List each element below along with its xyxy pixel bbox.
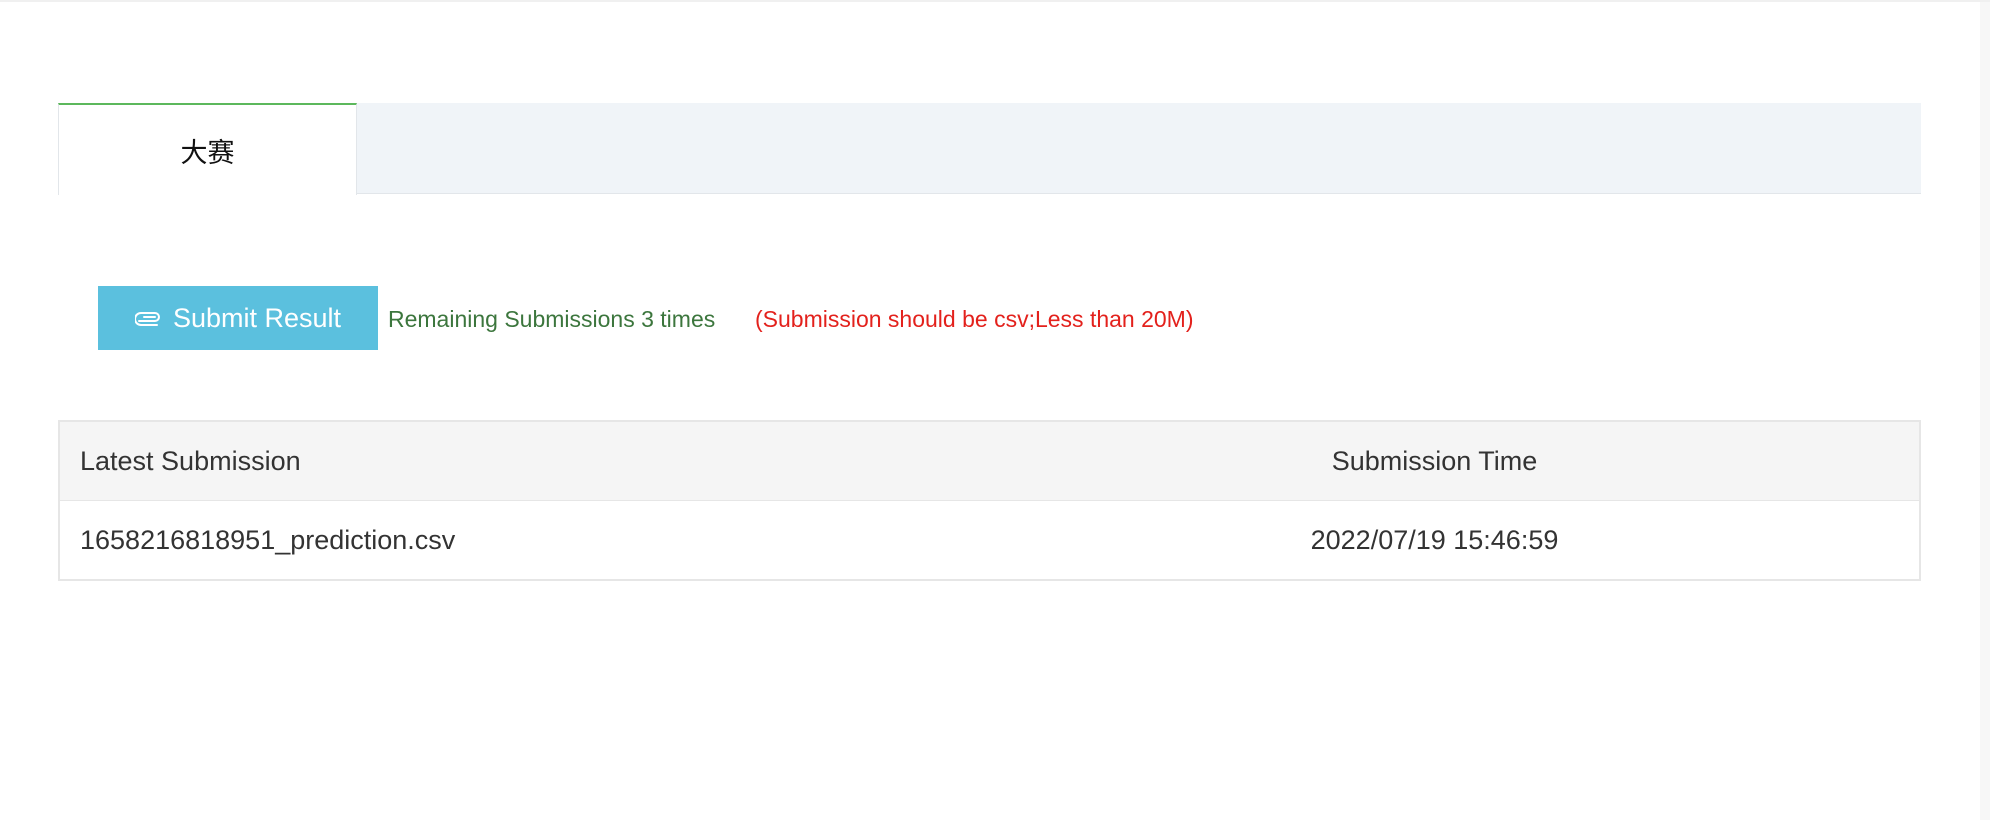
submission-requirement-text: (Submission should be csv;Less than 20M): [755, 306, 1194, 332]
submit-result-button[interactable]: Submit Result: [98, 286, 378, 350]
scrollbar-track[interactable]: [1980, 2, 1990, 820]
cell-file-name: 1658216818951_prediction.csv: [59, 500, 1180, 580]
table-row: 1658216818951_prediction.csv 2022/07/19 …: [59, 500, 1920, 580]
page: 大赛 Submit Result Remaining Submissions 3…: [0, 0, 1990, 820]
paperclip-icon: [134, 310, 163, 326]
cell-submission-time: 2022/07/19 15:46:59: [1180, 500, 1920, 580]
table-header-row: Latest Submission Submission Time: [59, 420, 1920, 501]
submit-button-label: Submit Result: [172, 302, 342, 333]
tab-label: 大赛: [180, 137, 235, 168]
header-submission-time: Submission Time: [1180, 420, 1920, 501]
tab-bar: 大赛: [58, 103, 1921, 195]
tab-competition[interactable]: 大赛: [58, 103, 357, 195]
submission-table: Latest Submission Submission Time 165821…: [58, 420, 1921, 581]
header-latest-submission: Latest Submission: [59, 420, 1180, 501]
remaining-submissions-text: Remaining Submissions 3 times: [388, 306, 716, 332]
